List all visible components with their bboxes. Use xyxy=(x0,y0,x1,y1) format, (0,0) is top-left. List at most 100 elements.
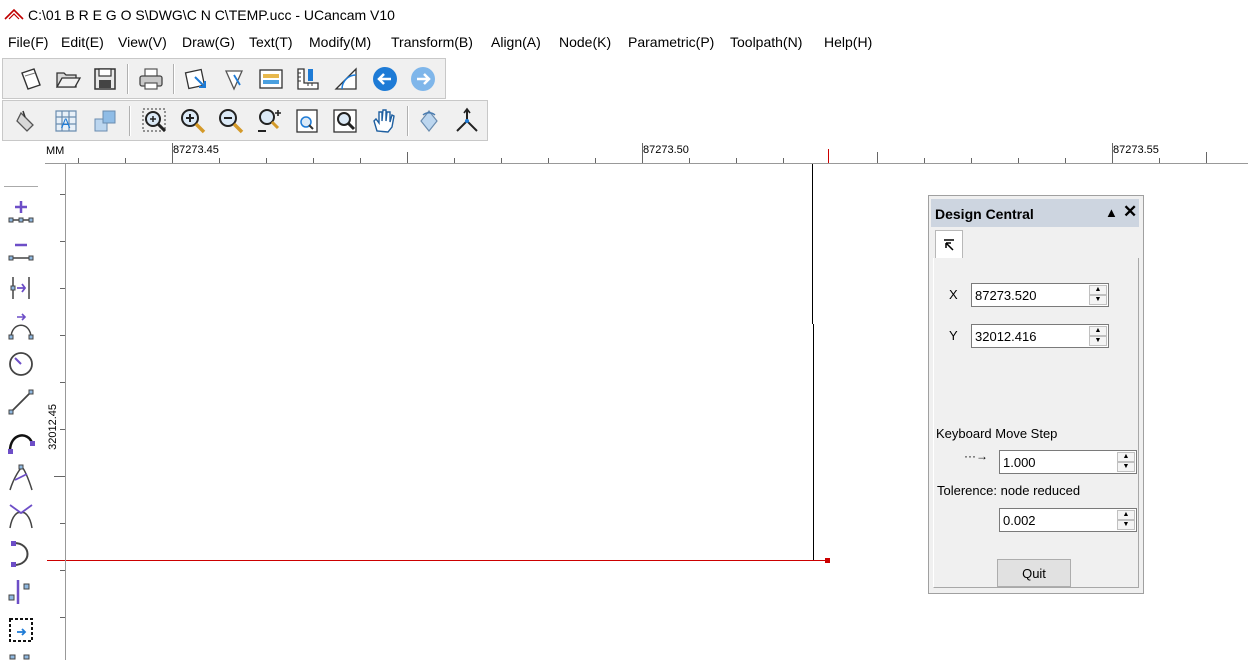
ruler-label: 32012.45 xyxy=(47,404,59,450)
app-logo-icon xyxy=(4,8,24,20)
x-increment-button[interactable]: ▲ xyxy=(1089,285,1107,295)
menu-text[interactable]: Text(T) xyxy=(249,34,293,50)
select-nodes-icon[interactable] xyxy=(6,615,36,645)
tolerance-increment-button[interactable]: ▲ xyxy=(1117,510,1135,520)
zoom-in-icon[interactable] xyxy=(179,107,207,135)
ruler-tick xyxy=(360,158,361,163)
y-label: Y xyxy=(949,328,958,343)
import-icon[interactable] xyxy=(183,65,211,93)
ruler-tick xyxy=(548,158,549,163)
ruler-tick xyxy=(60,335,65,336)
ruler-tick xyxy=(642,143,643,163)
x-decrement-button[interactable]: ▼ xyxy=(1089,295,1107,305)
close-icon[interactable]: ✕ xyxy=(1123,202,1137,222)
menu-align[interactable]: Align(A) xyxy=(491,34,541,50)
menu-transform[interactable]: Transform(B) xyxy=(391,34,473,50)
menu-help[interactable]: Help(H) xyxy=(824,34,872,50)
axis-3d-icon[interactable] xyxy=(453,107,481,135)
y-coordinate-spinbox: ▲ ▼ xyxy=(971,324,1109,348)
quit-button[interactable]: Quit xyxy=(997,559,1071,587)
window-title: C:\01 B R E G O S\DWG\C N C\TEMP.ucc - U… xyxy=(28,7,395,23)
save-icon[interactable] xyxy=(91,65,119,93)
zoom-out-icon[interactable] xyxy=(217,107,245,135)
menu-parametric[interactable]: Parametric(P) xyxy=(628,34,714,50)
pan-hand-icon[interactable] xyxy=(369,107,397,135)
selected-line xyxy=(66,560,827,561)
align-nodes-icon[interactable] xyxy=(6,577,36,607)
menu-bar: File(F) Edit(E) View(V) Draw(G) Text(T) … xyxy=(0,31,1248,55)
delete-node-icon[interactable] xyxy=(6,235,36,265)
tolerance-input[interactable] xyxy=(1001,510,1117,530)
collapse-up-icon[interactable]: ▲ xyxy=(1105,205,1118,220)
drawn-line xyxy=(812,164,813,324)
selected-node-handle[interactable] xyxy=(825,558,830,563)
ruler-unit: MM xyxy=(46,145,65,157)
open-folder-icon[interactable] xyxy=(54,65,82,93)
tolerance-decrement-button[interactable]: ▼ xyxy=(1117,520,1135,530)
ruler-tick xyxy=(78,158,79,163)
menu-view[interactable]: View(V) xyxy=(118,34,167,50)
y-decrement-button[interactable]: ▼ xyxy=(1089,336,1107,346)
to-curve-icon[interactable] xyxy=(6,539,36,569)
toolbar-separator xyxy=(127,64,129,94)
move-step-increment-button[interactable]: ▲ xyxy=(1117,452,1135,462)
y-increment-button[interactable]: ▲ xyxy=(1089,326,1107,336)
vertical-ruler: 32012.45 xyxy=(45,164,66,660)
zoom-window-icon[interactable] xyxy=(141,107,169,135)
menu-node[interactable]: Node(K) xyxy=(559,34,611,50)
export-icon[interactable] xyxy=(220,65,248,93)
x-coordinate-spinbox: ▲ ▼ xyxy=(971,283,1109,307)
tolerance-label: Tolerence: node reduced xyxy=(937,483,1081,498)
layers-icon[interactable] xyxy=(91,107,119,135)
print-icon[interactable] xyxy=(137,65,165,93)
ruler-label: 87273.55 xyxy=(1113,144,1159,156)
ruler-tick xyxy=(60,429,65,430)
ruler-tick xyxy=(60,617,65,618)
menu-edit[interactable]: Edit(E) xyxy=(61,34,104,50)
menu-modify[interactable]: Modify(M) xyxy=(309,34,371,50)
undo-arrow-icon[interactable] xyxy=(371,65,399,93)
ruler-tick xyxy=(1112,143,1113,163)
paint-bucket-icon[interactable] xyxy=(13,107,41,135)
y-coordinate-input[interactable] xyxy=(973,326,1089,346)
rotate-view-icon[interactable] xyxy=(415,107,443,135)
properties-icon[interactable] xyxy=(257,65,285,93)
ruler-icon[interactable] xyxy=(294,65,322,93)
ruler-tick xyxy=(60,570,65,571)
protractor-icon[interactable] xyxy=(332,65,360,93)
arc-center-icon[interactable] xyxy=(6,349,36,379)
menu-draw[interactable]: Draw(G) xyxy=(182,34,235,50)
move-step-arrow-icon: ···→ xyxy=(964,449,988,463)
ruler-tick xyxy=(971,158,972,163)
menu-file[interactable]: File(F) xyxy=(8,34,48,50)
join-node-icon[interactable] xyxy=(6,311,36,341)
panel-header: Design Central ▲ ✕ xyxy=(931,199,1139,227)
x-coordinate-input[interactable] xyxy=(973,285,1089,305)
zoom-page-icon[interactable] xyxy=(293,107,321,135)
toolbar-separator xyxy=(129,106,131,136)
grid-icon[interactable]: A xyxy=(52,107,80,135)
redo-arrow-icon[interactable] xyxy=(409,65,437,93)
tab-node-tool[interactable] xyxy=(935,230,963,258)
zoom-plus-minus-icon[interactable] xyxy=(255,107,283,135)
curve-tool-icon[interactable] xyxy=(6,425,36,455)
ruler-tick xyxy=(60,523,65,524)
move-step-spinbox: ▲ ▼ xyxy=(999,450,1137,474)
smooth-node-icon[interactable] xyxy=(6,463,36,493)
ruler-tick xyxy=(1159,158,1160,163)
menu-toolpath[interactable]: Toolpath(N) xyxy=(730,34,802,50)
draw-toolbox xyxy=(0,164,44,660)
zoom-all-icon[interactable] xyxy=(331,107,359,135)
move-step-input[interactable] xyxy=(1001,452,1117,472)
add-node-icon[interactable] xyxy=(6,197,36,227)
ruler-tick xyxy=(924,158,925,163)
cursor-position-marker xyxy=(828,149,829,163)
more-tools-icon[interactable] xyxy=(6,652,36,660)
cusp-node-icon[interactable] xyxy=(6,501,36,531)
break-node-icon[interactable] xyxy=(6,273,36,303)
move-step-decrement-button[interactable]: ▼ xyxy=(1117,462,1135,472)
line-tool-icon[interactable] xyxy=(6,387,36,417)
new-file-icon[interactable] xyxy=(17,65,45,93)
ruler-tick xyxy=(689,158,690,163)
ruler-tick xyxy=(1018,158,1019,163)
